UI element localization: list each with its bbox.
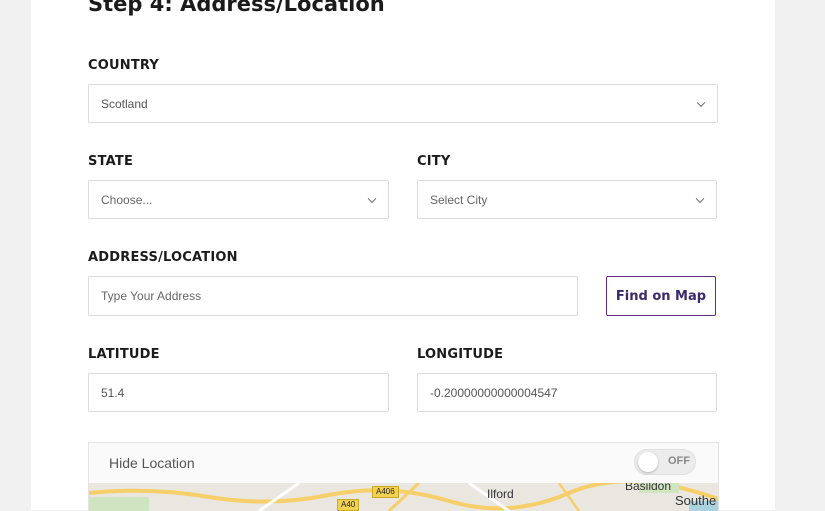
latitude-value: 51.4 — [101, 385, 125, 400]
state-value: Choose... — [101, 192, 153, 207]
country-select[interactable]: Scotland — [88, 84, 718, 123]
toggle-state: OFF — [668, 455, 690, 467]
state-label: STATE — [88, 154, 134, 169]
city-label: CITY — [417, 154, 451, 169]
address-input[interactable]: Type Your Address — [88, 276, 578, 316]
longitude-input[interactable]: -0.20000000000004547 — [417, 373, 717, 412]
country-value: Scotland — [101, 96, 148, 111]
chevron-down-icon — [695, 194, 705, 203]
map-toolbar: Hide Location OFF — [89, 443, 718, 483]
find-on-map-button[interactable]: Find on Map — [606, 276, 716, 316]
chevron-down-icon — [367, 194, 377, 203]
latitude-input[interactable]: 51.4 — [88, 373, 389, 412]
state-select[interactable]: Choose... — [88, 180, 389, 219]
map-roads — [89, 483, 718, 511]
road-label: A40 — [337, 499, 360, 511]
city-select[interactable]: Select City — [417, 180, 717, 219]
country-label: COUNTRY — [88, 58, 160, 73]
map-place-label: Ilford — [487, 487, 514, 501]
latitude-label: LATITUDE — [88, 347, 160, 362]
chevron-down-icon — [696, 98, 706, 107]
map-panel: A40 A406 Ilford Basildon Southe Hide Loc… — [88, 442, 719, 511]
address-placeholder: Type Your Address — [101, 289, 202, 303]
map-view[interactable]: A40 A406 Ilford Basildon Southe — [89, 479, 718, 511]
road-label: A406 — [372, 486, 399, 498]
toggle-knob — [638, 452, 658, 472]
hide-location-label: Hide Location — [109, 455, 195, 471]
city-value: Select City — [430, 192, 488, 207]
map-place-label: Southe — [675, 493, 717, 508]
longitude-label: LONGITUDE — [417, 347, 504, 362]
longitude-value: -0.20000000000004547 — [430, 385, 558, 400]
hide-location-toggle[interactable]: OFF — [634, 449, 696, 475]
page-title: Step 4: Address/Location — [88, 0, 385, 16]
address-label: ADDRESS/LOCATION — [88, 250, 238, 265]
